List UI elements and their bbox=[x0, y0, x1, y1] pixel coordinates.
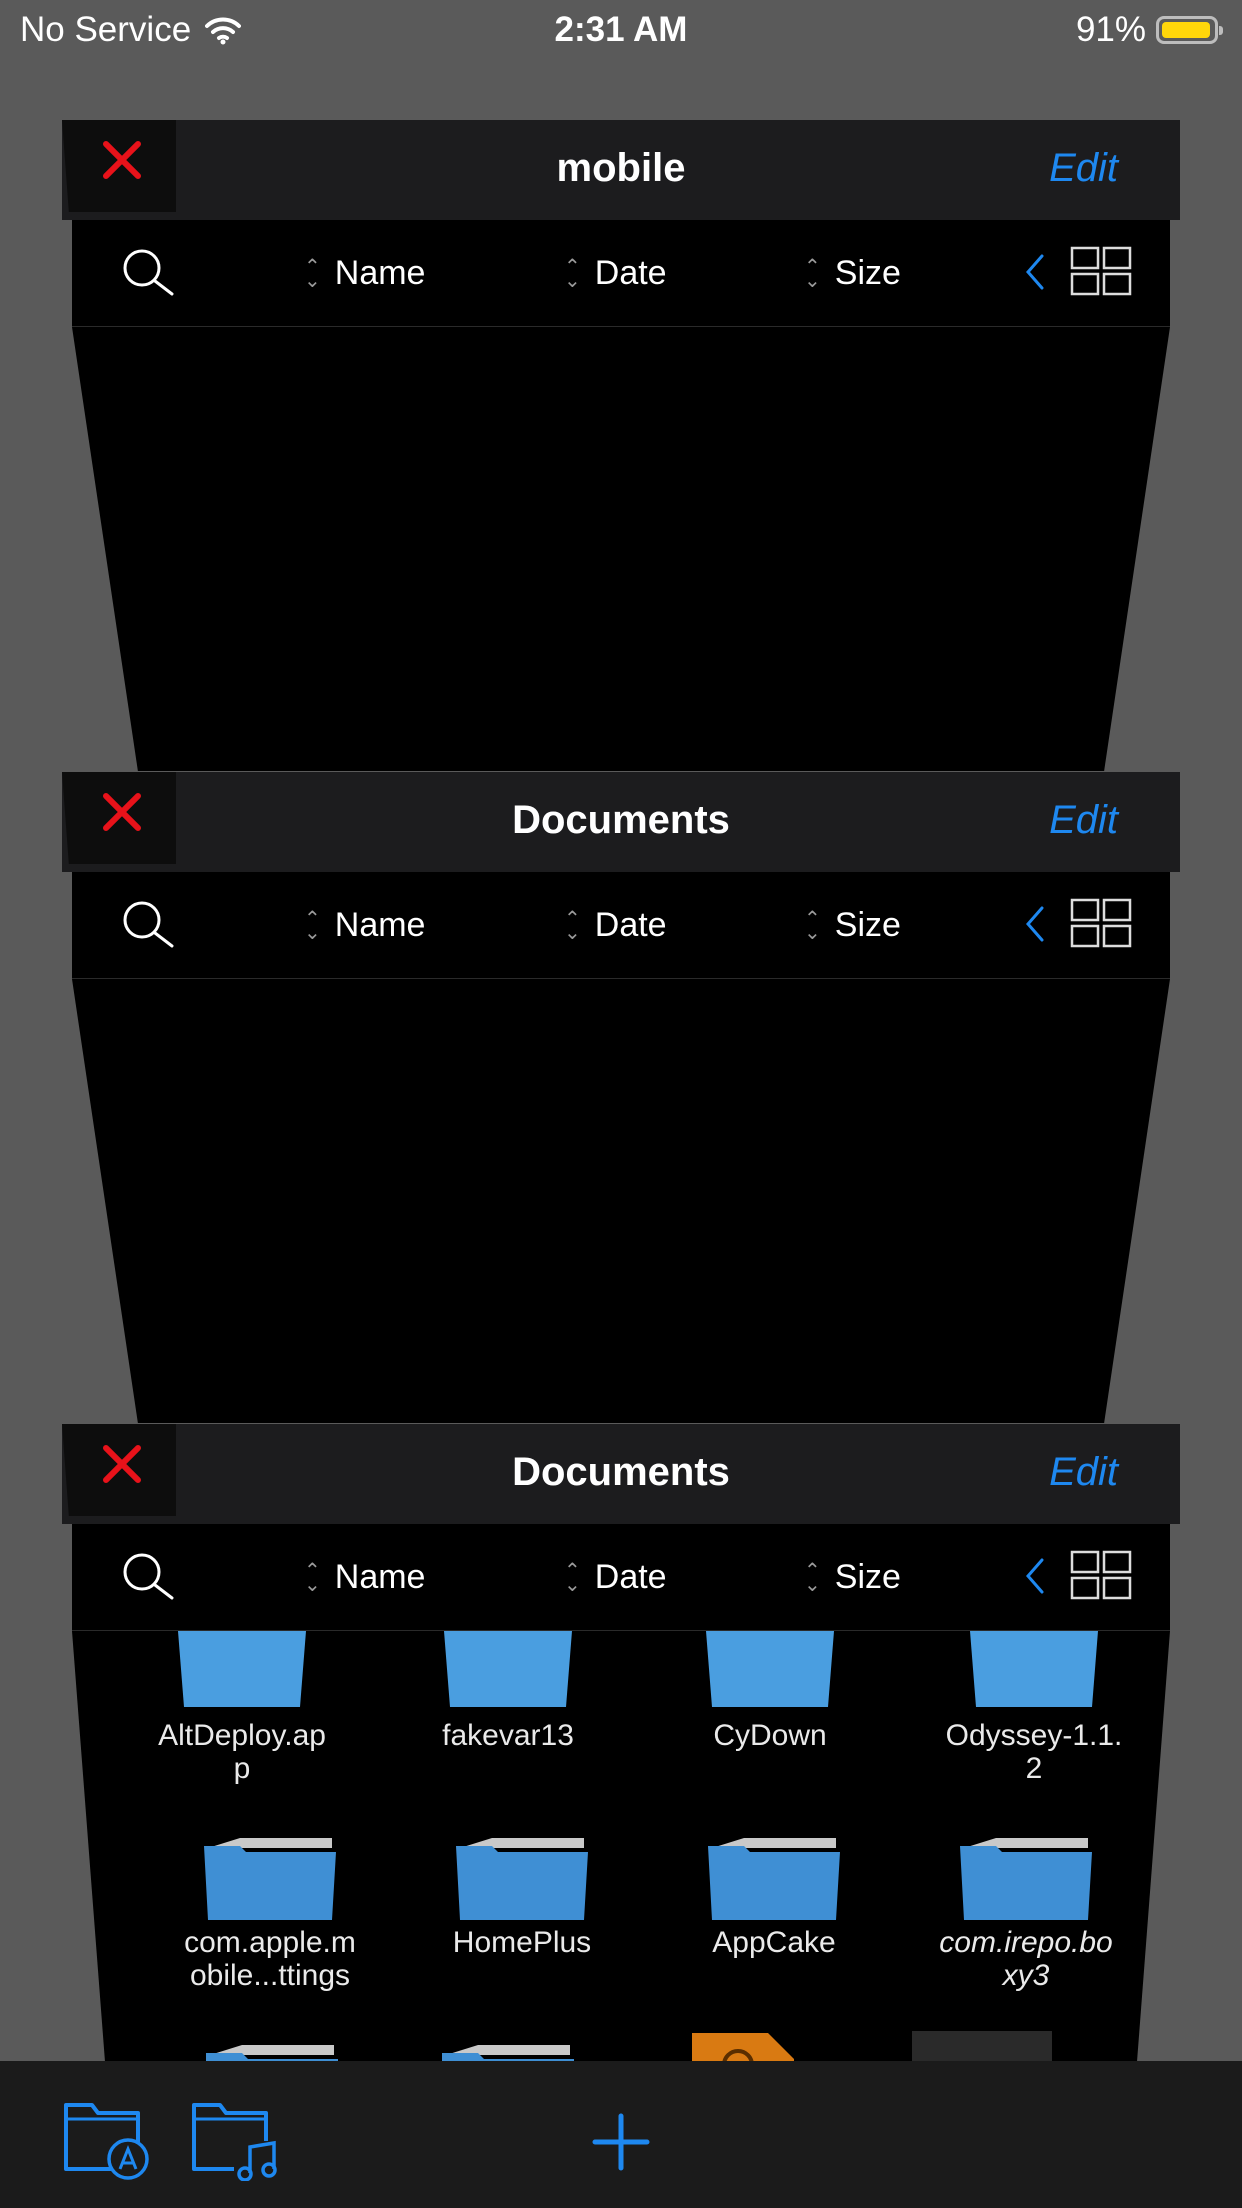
status-battery: 91% bbox=[1075, 10, 1223, 50]
folder-icon bbox=[960, 1838, 1092, 1920]
sort-size-button[interactable]: ⌃ ⌄ Size bbox=[804, 254, 901, 293]
folder-icon bbox=[204, 1838, 336, 1920]
file-item[interactable]: AltDeploy.ap p bbox=[122, 1631, 362, 1785]
file-item[interactable]: com.apple.m obile...ttings bbox=[150, 1836, 390, 1992]
window-header: Documents Edit bbox=[62, 772, 1180, 872]
sort-arrows-icon: ⌃ ⌄ bbox=[564, 1559, 581, 1596]
column-date-label: Date bbox=[594, 254, 667, 292]
edit-button[interactable]: Edit bbox=[1049, 1450, 1118, 1495]
folder-icon bbox=[708, 1838, 840, 1920]
folder-icon bbox=[706, 1631, 834, 1707]
chevron-left-icon[interactable] bbox=[1022, 252, 1046, 292]
grid-view-icon[interactable] bbox=[1070, 898, 1134, 950]
file-item[interactable]: Odyssey-1.1. 2 bbox=[914, 1631, 1154, 1785]
folder-icon bbox=[456, 1838, 588, 1920]
folder-apps-icon[interactable] bbox=[62, 2095, 154, 2181]
column-name-label: Name bbox=[334, 906, 426, 944]
sort-arrows-icon: ⌃ ⌄ bbox=[304, 1559, 321, 1596]
folder-icon bbox=[206, 2045, 338, 2061]
file-item[interactable]: AppCake bbox=[654, 1836, 894, 1959]
status-time: 2:31 AM bbox=[554, 10, 688, 49]
bottom-toolbar bbox=[0, 2061, 1242, 2208]
edit-button[interactable]: Edit bbox=[1049, 798, 1118, 843]
file-item[interactable]: com.irepo.bo xy3 bbox=[906, 1836, 1146, 1992]
file-item[interactable]: fakevar13 bbox=[388, 1631, 628, 1752]
chevron-left-icon[interactable] bbox=[1022, 904, 1046, 944]
sort-name-button[interactable]: ⌃ ⌄ Name bbox=[304, 1558, 425, 1597]
window-toolbar: ⌃ ⌄ Name ⌃ ⌄ Date ⌃ ⌄ Size bbox=[72, 220, 1170, 327]
column-date-label: Date bbox=[594, 1558, 667, 1596]
folder-icon bbox=[178, 1631, 306, 1707]
search-icon[interactable] bbox=[120, 1552, 182, 1602]
sort-arrows-icon: ⌃ ⌄ bbox=[304, 907, 321, 944]
chevron-left-icon[interactable] bbox=[1022, 1556, 1046, 1596]
plus-icon[interactable] bbox=[591, 2112, 651, 2172]
folder-icon bbox=[970, 1631, 1098, 1707]
sort-date-button[interactable]: ⌃ ⌄ Date bbox=[564, 254, 667, 293]
sort-arrows-icon: ⌃ ⌄ bbox=[304, 255, 321, 292]
sort-arrows-icon: ⌃ ⌄ bbox=[804, 1559, 821, 1596]
file-name: AltDeploy.ap p bbox=[158, 1719, 326, 1785]
window-body-empty bbox=[72, 979, 1170, 1423]
sort-arrows-icon: ⌃ ⌄ bbox=[564, 907, 581, 944]
sort-arrows-icon: ⌃ ⌄ bbox=[804, 255, 821, 292]
window-toolbar: ⌃ ⌄ Name ⌃ ⌄ Date ⌃ ⌄ Size bbox=[72, 1524, 1170, 1631]
file-name: com.apple.m obile...ttings bbox=[184, 1926, 356, 1992]
window-title: Documents bbox=[512, 798, 730, 842]
sort-size-button[interactable]: ⌃ ⌄ Size bbox=[804, 906, 901, 945]
sort-date-button[interactable]: ⌃ ⌄ Date bbox=[564, 906, 667, 945]
sort-arrows-icon: ⌃ ⌄ bbox=[804, 907, 821, 944]
file-name: AppCake bbox=[712, 1926, 836, 1959]
file-grid: AltDeploy.ap p fakevar13 CyDown Odyssey-… bbox=[72, 1631, 1170, 2061]
folder-icon bbox=[444, 1631, 572, 1707]
window-title: mobile bbox=[556, 146, 686, 190]
search-icon[interactable] bbox=[120, 900, 182, 950]
file-name: HomePlus bbox=[452, 1926, 592, 1959]
search-icon[interactable] bbox=[120, 248, 182, 298]
file-item[interactable]: CyDown bbox=[650, 1631, 890, 1752]
window-header: Documents Edit bbox=[62, 1424, 1180, 1524]
sort-size-button[interactable]: ⌃ ⌄ Size bbox=[804, 1558, 901, 1597]
file-name: Odyssey-1.1. 2 bbox=[945, 1719, 1123, 1785]
folder-icon bbox=[442, 2045, 574, 2061]
sort-name-button[interactable]: ⌃ ⌄ Name bbox=[304, 254, 425, 293]
status-bar: No Service 2:31 AM 91% bbox=[0, 0, 1242, 62]
sort-name-button[interactable]: ⌃ ⌄ Name bbox=[304, 906, 425, 945]
file-name: com.irepo.bo xy3 bbox=[939, 1926, 1113, 1992]
window-header: mobile Edit bbox=[62, 120, 1180, 220]
battery-icon bbox=[1156, 16, 1223, 44]
sort-arrows-icon: ⌃ ⌄ bbox=[564, 255, 581, 292]
column-size-label: Size bbox=[834, 906, 901, 944]
window-body-empty bbox=[72, 327, 1170, 771]
file-name: fakevar13 bbox=[442, 1719, 574, 1752]
file-name: CyDown bbox=[713, 1719, 827, 1752]
column-date-label: Date bbox=[594, 906, 667, 944]
battery-percent: 91% bbox=[1075, 10, 1146, 49]
grid-view-icon[interactable] bbox=[1070, 246, 1134, 298]
folder-music-icon[interactable] bbox=[190, 2095, 282, 2181]
column-size-label: Size bbox=[834, 1558, 901, 1596]
app-package-icon bbox=[692, 2033, 794, 2061]
sort-date-button[interactable]: ⌃ ⌄ Date bbox=[564, 1558, 667, 1597]
grid-view-icon[interactable] bbox=[1070, 1550, 1134, 1602]
column-size-label: Size bbox=[834, 254, 901, 292]
file-thumbnail bbox=[912, 2031, 1052, 2061]
file-item[interactable]: HomePlus bbox=[402, 1836, 642, 1959]
window-title: Documents bbox=[512, 1450, 730, 1494]
window-toolbar: ⌃ ⌄ Name ⌃ ⌄ Date ⌃ ⌄ Size bbox=[72, 872, 1170, 979]
column-name-label: Name bbox=[334, 254, 426, 292]
edit-button[interactable]: Edit bbox=[1049, 146, 1118, 191]
column-name-label: Name bbox=[334, 1558, 426, 1596]
